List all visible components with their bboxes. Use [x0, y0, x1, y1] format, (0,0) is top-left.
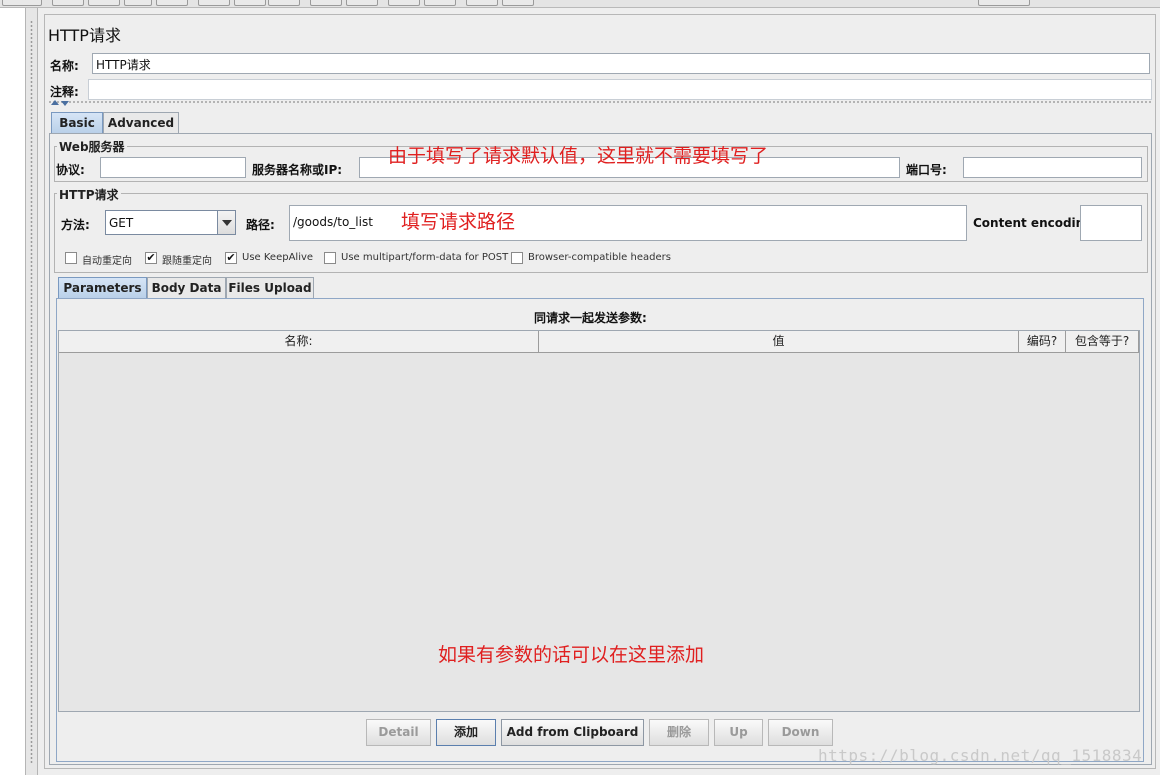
test-plan-tree[interactable]	[0, 8, 26, 775]
tab-advanced[interactable]: Advanced	[103, 112, 179, 134]
params-annotation: 如果有参数的话可以在这里添加	[438, 644, 705, 666]
path-label: 路径:	[246, 218, 275, 232]
tab-body-data[interactable]: Body Data	[147, 277, 226, 299]
down-button[interactable]: Down	[768, 719, 833, 746]
protocol-label: 协议:	[56, 163, 85, 177]
toolbar-button[interactable]	[388, 0, 420, 6]
content-encoding-label: Content encoding:	[973, 216, 1098, 230]
toolbar-button[interactable]	[346, 0, 378, 6]
keepalive-checkbox[interactable]: ✔	[225, 252, 237, 264]
collapse-divider[interactable]	[48, 100, 1152, 105]
toolbar-button[interactable]	[502, 0, 534, 6]
toolbar-button[interactable]	[2, 0, 42, 6]
params-caption: 同请求一起发送参数:	[534, 311, 647, 325]
toolbar-button[interactable]	[268, 0, 300, 6]
auto-redirect-label: 自动重定向	[82, 256, 132, 267]
server-name-label: 服务器名称或IP:	[252, 163, 343, 177]
method-label: 方法:	[61, 218, 90, 232]
auto-redirect-checkbox[interactable]	[65, 252, 77, 264]
column-header-name[interactable]: 名称:	[59, 331, 539, 353]
follow-redirects-label: 跟随重定向	[162, 256, 212, 267]
toolbar-button[interactable]	[124, 0, 152, 6]
up-button[interactable]: Up	[714, 719, 763, 746]
add-button[interactable]: 添加	[436, 719, 496, 746]
watermark: https://blog.csdn.net/qq_1518834	[818, 746, 1143, 765]
method-value: GET	[109, 216, 134, 230]
detail-button[interactable]: Detail	[366, 719, 431, 746]
page-title: HTTP请求	[48, 26, 121, 45]
multipart-checkbox[interactable]	[324, 252, 336, 264]
name-field[interactable]: HTTP请求	[92, 53, 1150, 74]
port-field[interactable]	[963, 157, 1142, 178]
toolbar-button[interactable]	[52, 0, 84, 6]
keepalive-label: Use KeepAlive	[242, 252, 314, 263]
comment-label: 注释:	[50, 85, 79, 99]
tab-parameters[interactable]: Parameters	[58, 277, 147, 299]
server-annotation: 由于填写了请求默认值，这里就不需要填写了	[388, 145, 769, 167]
add-from-clipboard-button[interactable]: Add from Clipboard	[501, 719, 644, 746]
column-header-encode[interactable]: 编码?	[1019, 331, 1066, 353]
splitter-grip	[30, 20, 33, 765]
toolbar-button[interactable]	[466, 0, 498, 6]
browser-headers-label: Browser-compatible headers	[528, 252, 671, 263]
chevron-down-icon[interactable]	[217, 211, 235, 234]
http-request-group-title: HTTP请求	[57, 186, 121, 203]
name-label: 名称:	[50, 59, 79, 73]
toolbar-button[interactable]	[310, 0, 342, 6]
delete-button[interactable]: 删除	[649, 719, 709, 746]
toolbar-button[interactable]	[198, 0, 230, 6]
follow-redirects-checkbox[interactable]: ✔	[145, 252, 157, 264]
expand-up-icon[interactable]	[51, 100, 59, 105]
method-select[interactable]: GET	[105, 210, 236, 235]
toolbar-button[interactable]	[156, 0, 188, 6]
path-field[interactable]: /goods/to_list	[289, 205, 967, 241]
web-server-group-title: Web服务器	[57, 138, 127, 155]
column-header-include-equals[interactable]: 包含等于?	[1066, 331, 1139, 353]
path-annotation: 填写请求路径	[401, 211, 516, 233]
toolbar-field[interactable]	[978, 0, 1030, 6]
toolbar-button[interactable]	[88, 0, 120, 6]
toolbar-button[interactable]	[424, 0, 456, 6]
browser-headers-checkbox[interactable]	[511, 252, 523, 264]
toolbar-button[interactable]	[234, 0, 266, 6]
tab-basic[interactable]: Basic	[51, 112, 103, 134]
collapse-down-icon[interactable]	[61, 101, 69, 106]
column-header-value[interactable]: 值	[539, 331, 1019, 353]
tab-files-upload[interactable]: Files Upload	[226, 277, 314, 299]
port-label: 端口号:	[906, 163, 947, 177]
comment-field[interactable]	[88, 79, 1152, 100]
protocol-field[interactable]	[100, 157, 246, 178]
content-encoding-field[interactable]	[1080, 205, 1142, 241]
multipart-label: Use multipart/form-data for POST	[341, 252, 509, 263]
